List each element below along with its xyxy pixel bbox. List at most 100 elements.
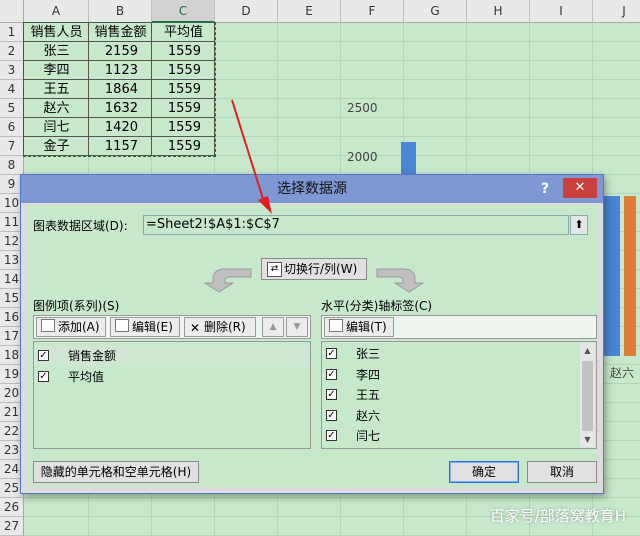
average-cell[interactable]: 1559 [152, 80, 215, 99]
column-header-j[interactable]: J [593, 0, 640, 23]
column-header-e[interactable]: E [278, 0, 341, 23]
gridline [24, 497, 640, 498]
row-header-26[interactable]: 26 [0, 498, 24, 517]
row-header-5[interactable]: 5 [0, 99, 24, 118]
row-header-6[interactable]: 6 [0, 118, 24, 137]
sales-cell[interactable]: 1864 [89, 80, 152, 99]
row-header-3[interactable]: 3 [0, 61, 24, 80]
header-cell[interactable]: 销售金额 [89, 23, 152, 42]
name-cell[interactable]: 赵六 [24, 99, 89, 118]
hidden-empty-cells-button[interactable]: 隐藏的单元格和空单元格(H) [33, 461, 199, 483]
collapse-range-button[interactable]: ⬆ [570, 215, 588, 235]
average-cell[interactable]: 1559 [152, 61, 215, 80]
sales-cell[interactable]: 2159 [89, 42, 152, 61]
help-button[interactable]: ? [535, 179, 555, 199]
axis-item[interactable]: ✓ 李四 [322, 365, 578, 385]
name-cell[interactable]: 金子 [24, 137, 89, 156]
checkbox-checked-icon[interactable]: ✓ [326, 409, 337, 421]
row-header-7[interactable]: 7 [0, 137, 24, 156]
column-header-h[interactable]: H [467, 0, 530, 23]
checkbox-checked-icon[interactable]: ✓ [38, 371, 49, 382]
checkbox-checked-icon[interactable]: ✓ [326, 430, 337, 441]
range-label: 图表数据区域(D): [33, 219, 128, 233]
name-cell[interactable]: 王五 [24, 80, 89, 99]
range-input[interactable]: =Sheet2!$A$1:$C$7 [143, 215, 569, 235]
move-down-button[interactable]: ▼ [286, 317, 308, 337]
edit-icon [329, 319, 343, 332]
cancel-button[interactable]: 取消 [527, 461, 597, 483]
checkbox-checked-icon[interactable]: ✓ [326, 389, 337, 400]
column-header-b[interactable]: B [89, 0, 152, 23]
edit-icon [115, 319, 129, 332]
name-cell[interactable]: 李四 [24, 61, 89, 80]
series-panel-label: 图例项(系列)(S) [33, 299, 120, 313]
axis-item[interactable]: ✓ 王五 [322, 385, 578, 405]
move-up-button[interactable]: ▲ [262, 317, 284, 337]
column-header-d[interactable]: D [215, 0, 278, 23]
scroll-down-icon[interactable]: ▼ [580, 432, 595, 447]
switch-row-column-label: 切换行/列(W) [284, 262, 358, 276]
close-button[interactable]: ✕ [563, 178, 597, 198]
row-header-27[interactable]: 27 [0, 517, 24, 536]
y-tick-label: 2500 [347, 101, 378, 115]
category-label: 赵六 [610, 366, 635, 380]
edit-series-button[interactable]: 编辑(E) [110, 317, 180, 337]
average-cell[interactable]: 1559 [152, 99, 215, 118]
left-curved-arrow-icon [203, 268, 252, 293]
sales-cell[interactable]: 1420 [89, 118, 152, 137]
axis-toolbar: 编辑(T) [321, 315, 597, 339]
bar-sales [604, 196, 620, 356]
series-item[interactable]: ✓ 销售金额 [34, 346, 310, 366]
average-cell[interactable]: 1559 [152, 118, 215, 137]
row-header-4[interactable]: 4 [0, 80, 24, 99]
ok-button[interactable]: 确定 [449, 461, 519, 483]
column-header-g[interactable]: G [404, 0, 467, 23]
header-cell[interactable]: 销售人员 [24, 23, 89, 42]
axis-item-label: 李四 [356, 367, 381, 382]
column-header-a[interactable]: A [24, 0, 89, 23]
checkbox-checked-icon[interactable]: ✓ [326, 348, 337, 359]
column-header-i[interactable]: I [530, 0, 593, 23]
series-list: ✓ 销售金额 ✓ 平均值 [33, 341, 311, 449]
axis-item-label: 王五 [356, 388, 381, 402]
delete-series-button[interactable]: ✕ 删除(R) [184, 317, 256, 337]
edit-axis-label: 编辑(T) [346, 320, 387, 334]
switch-icon: ⇄ [267, 262, 282, 277]
edit-axis-button[interactable]: 编辑(T) [324, 317, 394, 337]
select-data-source-dialog: 选择数据源 ? ✕ 图表数据区域(D): =Sheet2!$A$1:$C$7 ⬆… [20, 174, 604, 494]
watermark: 百家号/部落窝教育H [489, 507, 626, 525]
axis-item-label: 闫七 [356, 429, 381, 443]
sales-cell[interactable]: 1123 [89, 61, 152, 80]
name-cell[interactable]: 闫七 [24, 118, 89, 137]
scroll-up-icon[interactable]: ▲ [580, 343, 595, 358]
average-cell[interactable]: 1559 [152, 42, 215, 61]
axis-item[interactable]: ✓ 闫七 [322, 426, 578, 446]
checkbox-checked-icon[interactable]: ✓ [326, 368, 337, 380]
row-header-1[interactable]: 1 [0, 23, 24, 42]
switch-row-column-button[interactable]: ⇄ 切换行/列(W) [261, 258, 367, 280]
add-icon [41, 319, 55, 332]
row-header-8[interactable]: 8 [0, 156, 24, 175]
sales-cell[interactable]: 1632 [89, 99, 152, 118]
header-cell[interactable]: 平均值 [152, 23, 215, 42]
series-toolbar: 添加(A) 编辑(E) ✕ 删除(R) ▲ ▼ [33, 315, 311, 339]
axis-item[interactable]: ✓ 张三 [322, 344, 578, 364]
average-cell[interactable]: 1559 [152, 137, 215, 156]
checkbox-checked-icon[interactable]: ✓ [38, 350, 49, 361]
select-all-corner[interactable] [0, 0, 24, 23]
series-item[interactable]: ✓ 平均值 [34, 367, 310, 387]
scroll-thumb[interactable] [582, 361, 593, 431]
sales-cell[interactable]: 1157 [89, 137, 152, 156]
axis-list-scrollbar[interactable]: ▲ ▼ [580, 343, 595, 447]
column-header-f[interactable]: F [341, 0, 404, 23]
column-header-c[interactable]: C [152, 0, 215, 23]
add-series-button[interactable]: 添加(A) [36, 317, 106, 337]
name-cell[interactable]: 张三 [24, 42, 89, 61]
series-item-label: 平均值 [68, 370, 105, 384]
bar-average [624, 196, 636, 356]
axis-label-list: ▲ ▼ ✓ 张三 ✓ 李四 ✓ 王五 ✓ 赵六 ✓ 闫七 [321, 341, 597, 449]
row-header-2[interactable]: 2 [0, 42, 24, 61]
right-curved-arrow-icon [376, 268, 425, 293]
dialog-titlebar[interactable]: 选择数据源 ? ✕ [21, 175, 603, 203]
axis-item[interactable]: ✓ 赵六 [322, 406, 578, 426]
